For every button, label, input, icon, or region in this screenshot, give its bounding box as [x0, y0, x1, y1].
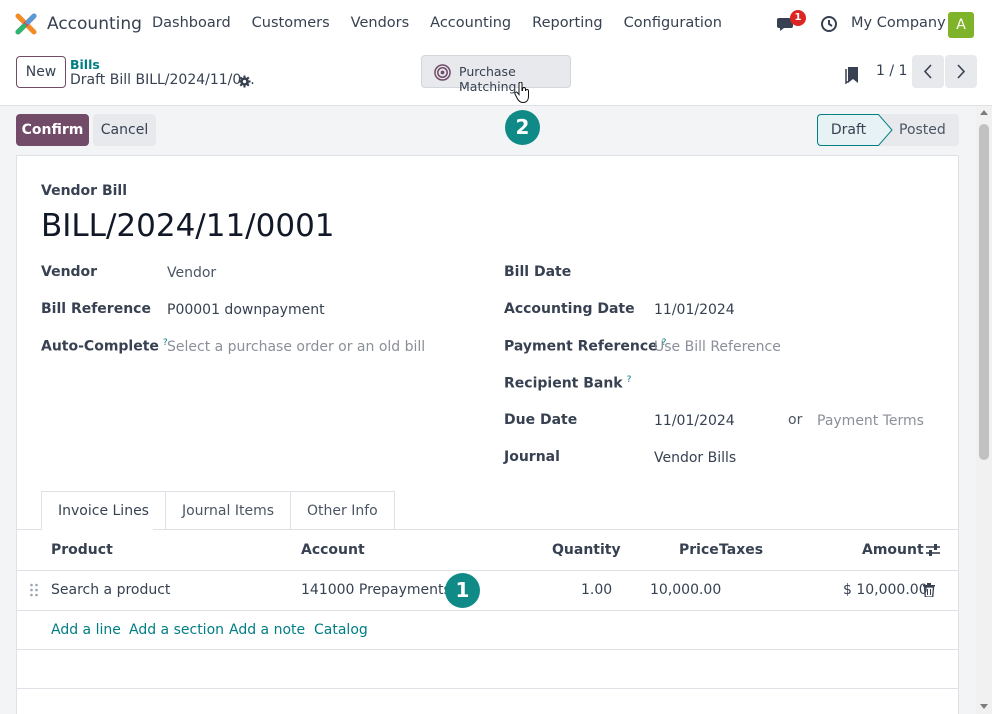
column-header-amount[interactable]: Amount: [862, 542, 924, 558]
cancel-button[interactable]: Cancel: [93, 114, 156, 146]
purchase-matching-button[interactable]: Purchase Matching: [421, 55, 571, 94]
step-marker-2: 2: [505, 110, 540, 145]
scroll-down-arrow-icon[interactable]: [980, 704, 988, 709]
menu-item-vendors[interactable]: Vendors: [351, 15, 410, 31]
new-button[interactable]: New: [16, 56, 66, 88]
payment-reference-label: Payment Reference?: [504, 338, 667, 355]
status-draft[interactable]: Draft: [817, 114, 879, 146]
pager-value[interactable]: 1 / 1: [876, 63, 907, 79]
breadcrumb-current: Draft Bill BILL/2024/11/0...: [70, 72, 255, 88]
bookmark-icon[interactable]: [845, 66, 859, 84]
menu-item-reporting[interactable]: Reporting: [532, 15, 603, 31]
menu-item-configuration[interactable]: Configuration: [624, 15, 722, 31]
help-tooltip-icon[interactable]: ?: [627, 375, 632, 385]
main-menu: Dashboard Customers Vendors Accounting R…: [152, 15, 743, 31]
column-header-account[interactable]: Account: [301, 542, 365, 558]
add-note-link[interactable]: Add a note: [229, 622, 305, 638]
auto-complete-label: Auto-Complete?: [41, 338, 168, 355]
journal-label: Journal: [504, 449, 560, 465]
document-type: Vendor Bill: [41, 183, 128, 199]
gear-icon[interactable]: [238, 75, 251, 88]
status-pipeline: Draft Posted: [817, 114, 959, 146]
payment-reference-field[interactable]: Use Bill Reference: [654, 339, 781, 355]
app-name[interactable]: Accounting: [47, 14, 142, 34]
confirm-button[interactable]: Confirm: [16, 114, 89, 146]
pager-previous-button[interactable]: [912, 55, 944, 88]
tab-other-info[interactable]: Other Info: [290, 491, 395, 530]
due-date-label: Due Date: [504, 412, 578, 428]
scrollbar[interactable]: [976, 106, 992, 714]
form-sheet: Vendor Bill BILL/2024/11/0001 Vendor Ven…: [16, 155, 959, 714]
top-navbar: Accounting Dashboard Customers Vendors A…: [0, 0, 992, 48]
sliders-icon[interactable]: [925, 542, 941, 558]
trash-icon[interactable]: [923, 583, 935, 597]
tab-invoice-lines[interactable]: Invoice Lines: [41, 491, 166, 530]
account-cell[interactable]: 141000 Prepayments: [301, 582, 451, 598]
due-date-field[interactable]: 11/01/2024: [654, 413, 735, 429]
pager-next-button[interactable]: [945, 55, 977, 88]
column-header-price[interactable]: Price: [679, 542, 719, 558]
bill-date-label: Bill Date: [504, 264, 572, 280]
bill-date-field[interactable]: [654, 264, 934, 282]
accounting-date-field[interactable]: 11/01/2024: [654, 302, 735, 318]
or-label: or: [788, 412, 803, 428]
chevron-left-icon: [923, 64, 932, 79]
status-arrow: [878, 114, 893, 146]
column-header-taxes[interactable]: Taxes: [719, 542, 763, 558]
row-divider: [17, 649, 958, 650]
chevron-right-icon: [957, 64, 966, 79]
vendor-label: Vendor: [41, 264, 98, 280]
control-panel: New Bills Draft Bill BILL/2024/11/0... P…: [0, 48, 992, 106]
row-divider: [17, 610, 958, 611]
bill-reference-label: Bill Reference: [41, 301, 151, 317]
catalog-link[interactable]: Catalog: [314, 622, 368, 638]
add-line-link[interactable]: Add a line: [51, 622, 121, 638]
breadcrumb-bills[interactable]: Bills: [70, 57, 100, 72]
row-divider: [17, 688, 958, 689]
column-header-quantity[interactable]: Quantity: [552, 542, 621, 558]
scroll-up-arrow-icon[interactable]: [980, 110, 988, 115]
notebook-tabs: Invoice Lines Journal Items Other Info: [41, 491, 395, 530]
menu-item-customers[interactable]: Customers: [252, 15, 330, 31]
auto-complete-field[interactable]: Select a purchase order or an old bill: [167, 339, 425, 355]
journal-field[interactable]: Vendor Bills: [654, 450, 736, 466]
avatar[interactable]: A: [948, 12, 974, 38]
column-header-product[interactable]: Product: [51, 542, 113, 558]
vendor-field[interactable]: Vendor: [167, 265, 216, 281]
row-divider: [17, 570, 958, 571]
company-switcher[interactable]: My Company: [851, 15, 946, 31]
amount-cell: $ 10,000.00: [843, 582, 928, 598]
target-icon: [434, 64, 451, 81]
tab-journal-items[interactable]: Journal Items: [164, 491, 292, 530]
price-cell[interactable]: 10,000.00: [650, 582, 721, 598]
odoo-accounting-logo-icon[interactable]: [15, 13, 37, 35]
bill-reference-field[interactable]: P00001 downpayment: [167, 302, 325, 318]
quantity-cell[interactable]: 1.00: [581, 582, 612, 598]
mouse-cursor-icon: [514, 82, 529, 104]
menu-item-dashboard[interactable]: Dashboard: [152, 15, 231, 31]
scrollbar-thumb[interactable]: [979, 124, 989, 460]
product-field[interactable]: Search a product: [51, 582, 170, 598]
chat-badge: 1: [790, 10, 806, 26]
accounting-date-label: Accounting Date: [504, 301, 635, 317]
step-marker-1: 1: [445, 573, 480, 608]
clock-icon[interactable]: [820, 15, 838, 33]
recipient-bank-label: Recipient Bank?: [504, 375, 632, 392]
tab-divider: [17, 529, 41, 530]
add-section-link[interactable]: Add a section: [129, 622, 224, 638]
page-title: BILL/2024/11/0001: [41, 208, 335, 244]
drag-handle-icon[interactable]: [29, 583, 39, 597]
payment-terms-field[interactable]: Payment Terms: [817, 413, 924, 429]
tab-divider: [153, 529, 958, 530]
menu-item-accounting[interactable]: Accounting: [430, 15, 511, 31]
